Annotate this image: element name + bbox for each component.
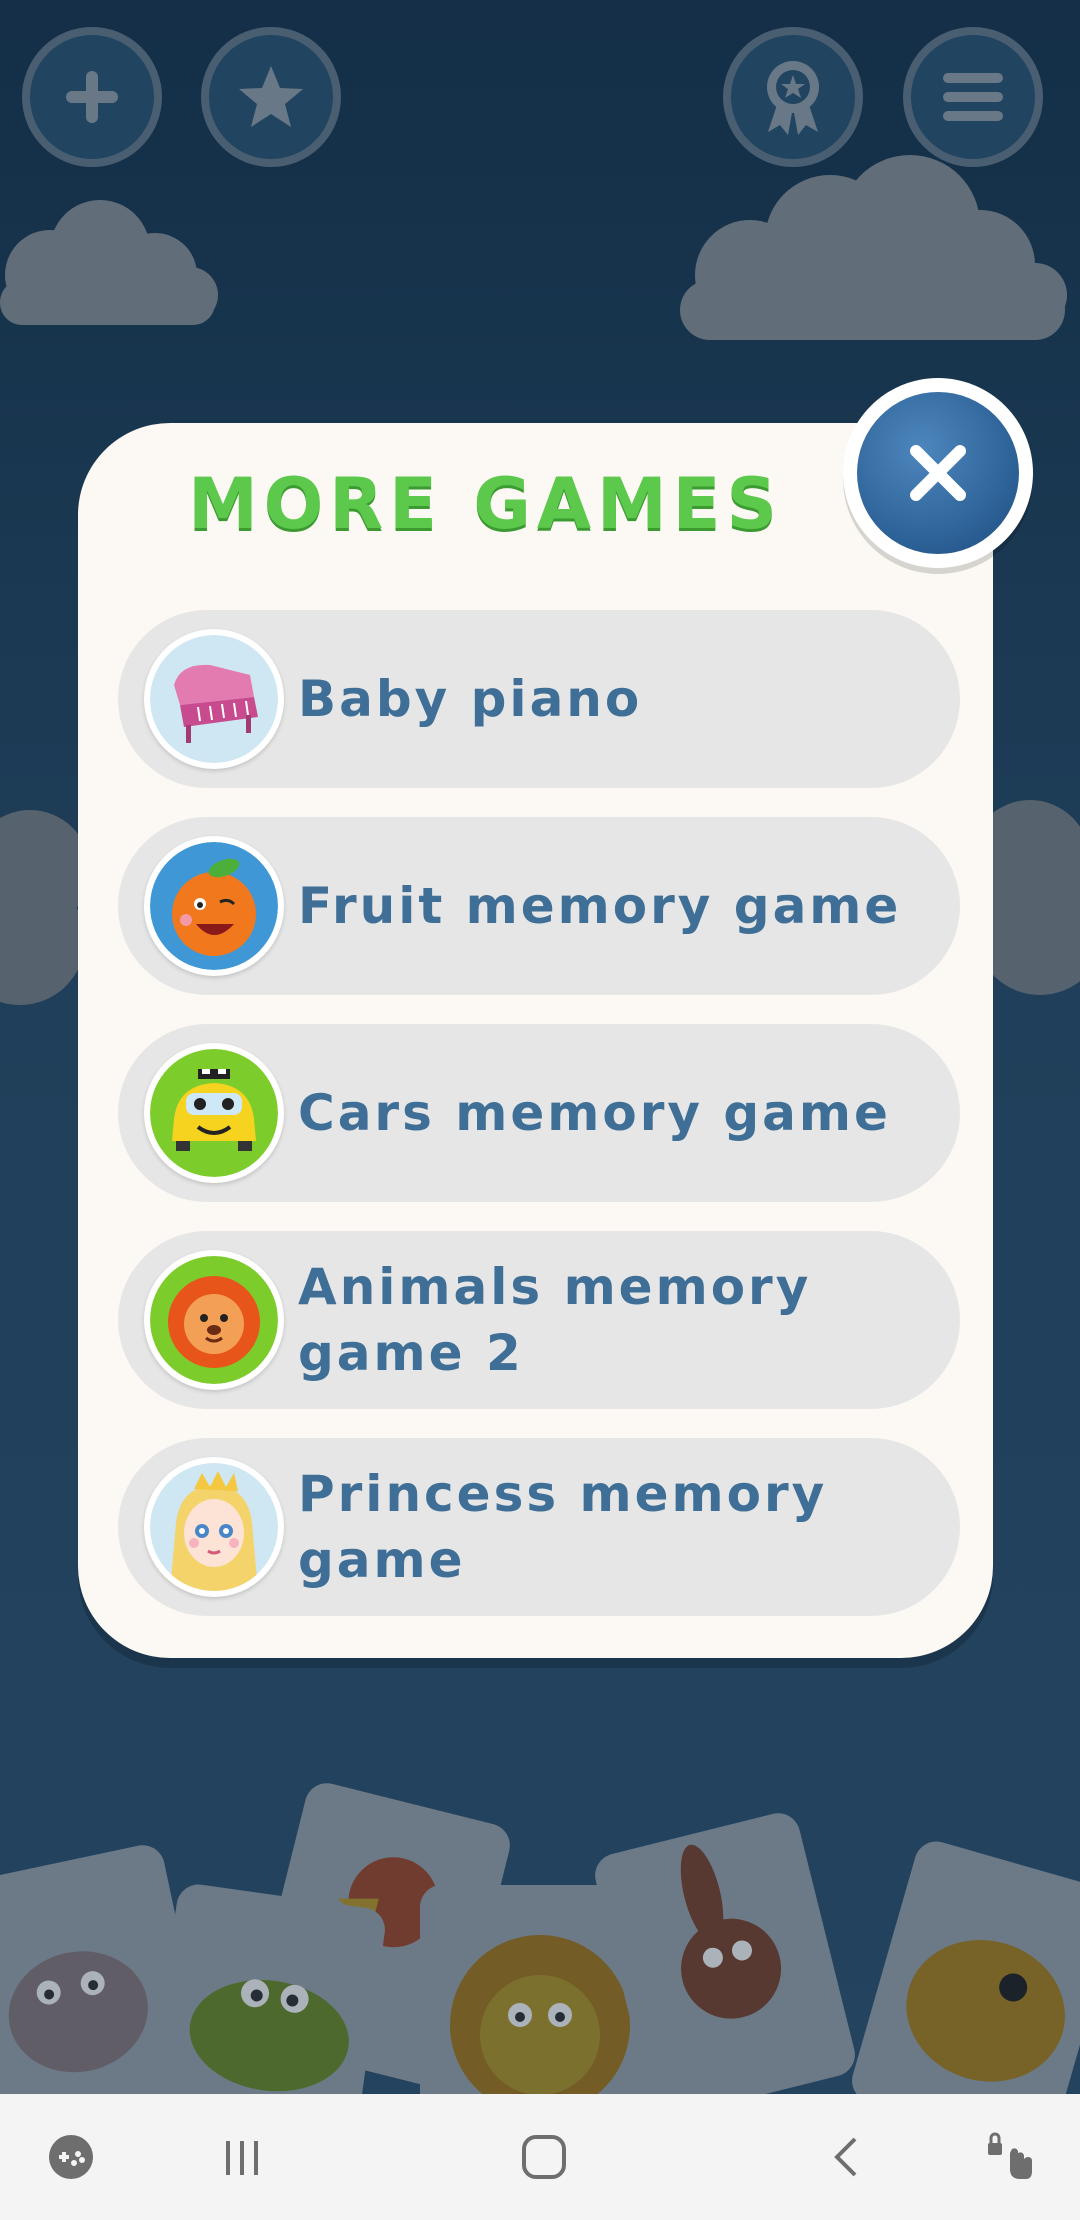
game-label: Baby piano xyxy=(298,670,643,728)
home-icon xyxy=(522,2135,566,2179)
recent-apps-icon xyxy=(226,2141,258,2175)
game-label: Fruit memory game xyxy=(298,877,902,935)
accessibility-icon xyxy=(988,2132,1032,2179)
game-label: Animals memory game 2 xyxy=(298,1258,812,1382)
game-item-baby-piano[interactable]: Baby piano xyxy=(118,610,960,788)
car-icon xyxy=(150,1049,278,1177)
home-button[interactable] xyxy=(509,2122,579,2192)
piano-icon xyxy=(150,635,278,763)
close-button[interactable] xyxy=(843,378,1033,568)
accessibility-button[interactable] xyxy=(975,2122,1045,2192)
recent-apps-button[interactable] xyxy=(207,2122,277,2192)
game-launcher-button[interactable] xyxy=(36,2122,106,2192)
lion-icon xyxy=(150,1256,278,1384)
game-item-animals-memory-2[interactable]: Animals memory game 2 xyxy=(118,1231,960,1409)
back-button[interactable] xyxy=(812,2122,882,2192)
back-icon xyxy=(834,2137,857,2177)
game-label: Princess memory game xyxy=(298,1465,828,1589)
game-label: Cars memory game xyxy=(298,1084,891,1142)
close-icon xyxy=(910,445,966,501)
princess-icon xyxy=(150,1463,278,1591)
system-navigation-bar xyxy=(0,2094,1080,2220)
more-games-dialog: MORE GAMES Baby piano Fruit memory game … xyxy=(78,423,993,1658)
game-launcher-icon xyxy=(49,2135,93,2179)
game-item-fruit-memory[interactable]: Fruit memory game xyxy=(118,817,960,995)
orange-icon xyxy=(150,842,278,970)
game-item-princess-memory[interactable]: Princess memory game xyxy=(118,1438,960,1616)
game-item-cars-memory[interactable]: Cars memory game xyxy=(118,1024,960,1202)
app-screen: MORE GAMES Baby piano Fruit memory game … xyxy=(0,0,1080,2220)
dialog-title: MORE GAMES xyxy=(188,463,783,545)
